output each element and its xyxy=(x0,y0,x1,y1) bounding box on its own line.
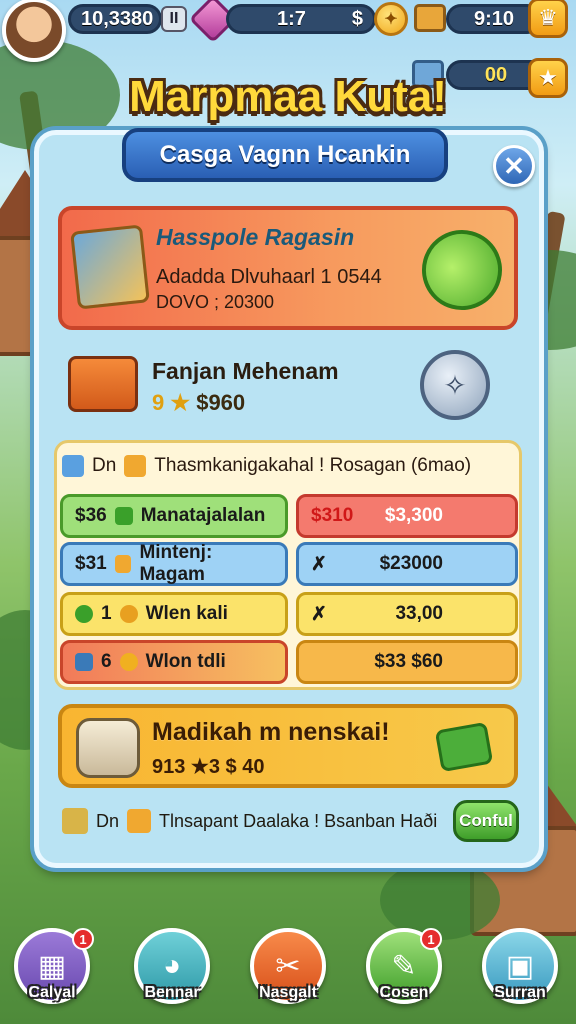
footer-prefix: Dn xyxy=(96,810,120,831)
page-title: Marpmaa Kuta! xyxy=(129,72,447,121)
gold-coin-icon: ✦ xyxy=(374,2,408,36)
footer-text: Tlnsapant Daalaka ! Bsanban Haði xyxy=(159,810,438,831)
reward-table-header-prefix: Dn xyxy=(92,455,117,476)
table-cell-tag: ✗ xyxy=(311,553,327,575)
nav-label: Calyal xyxy=(28,984,76,1001)
nav-label: Surran xyxy=(494,984,546,1001)
table-cell-label: Wlon tdli xyxy=(145,651,226,672)
magnifier-icon xyxy=(119,605,138,623)
chest-icon xyxy=(414,4,446,32)
table-cell-amount: $31 xyxy=(75,553,107,574)
table-cell-label: Mintenj: Magam xyxy=(139,542,213,585)
item-row-name: Fanjan Mehenam xyxy=(152,358,339,384)
ticket-icon xyxy=(434,721,494,773)
table-cell-tag: $310 xyxy=(311,505,354,526)
crate-icon: ▣ xyxy=(505,949,535,983)
cards-bundle-icon xyxy=(70,224,150,310)
calendar-icon: ▦ xyxy=(37,949,67,983)
pen-icon: ✎ xyxy=(391,949,417,983)
reward-table-header: Dn Thasmkanigakahal ! Rosagan (6mao) xyxy=(62,448,514,484)
player-avatar[interactable] xyxy=(2,0,66,62)
item-row-value: 9 ★ $960 xyxy=(152,390,245,416)
crate-icon xyxy=(68,356,138,412)
cement-sack-icon xyxy=(76,718,140,778)
close-button[interactable]: ✕ xyxy=(493,145,535,187)
level-pill: 1:7 $ xyxy=(226,4,376,34)
item-row-value-prefix: 9 ★ xyxy=(152,390,191,415)
table-cell[interactable]: 1 Wlen kali xyxy=(60,592,288,636)
promo-title: Madikah m nenskai! xyxy=(152,718,390,746)
box-icon xyxy=(124,455,147,477)
top-status-bar: 10,3380 II 1:7 $ ✦ 9:10 ♛ 00 ★ xyxy=(0,0,576,98)
shield-icon xyxy=(114,507,133,525)
table-cell[interactable]: $36 Manatajalalan xyxy=(60,494,288,538)
box-icon xyxy=(127,809,152,833)
table-cell[interactable]: $310 $3,300 xyxy=(296,494,518,538)
table-cell[interactable]: 6 Wlon tdli xyxy=(60,640,288,684)
coin-icon xyxy=(119,653,138,671)
currency-symbol: $ xyxy=(351,7,363,30)
nav-label: Cosen xyxy=(379,984,429,1001)
time-value: 9:10 xyxy=(473,7,515,30)
nav-badge: 1 xyxy=(72,928,94,950)
confirm-button[interactable]: Conful xyxy=(453,800,519,842)
promo-banner[interactable]: Madikah m nenskai! 913 ★3 $ 40 xyxy=(58,704,518,788)
coin-counter: 10,3380 xyxy=(68,4,162,34)
subtitle-text: Casga Vagnn Hcankin xyxy=(159,141,411,168)
table-cell-amount: 33,00 xyxy=(395,603,443,624)
featured-item-detail-2: DOVO ; 20300 xyxy=(156,292,275,312)
tag-icon xyxy=(75,653,93,671)
pet-icon: ◕ xyxy=(162,949,182,982)
scroll-icon xyxy=(62,808,88,834)
featured-item-name: Hasspole Ragasin xyxy=(156,224,355,250)
item-row-price: $960 xyxy=(196,390,246,415)
silver-coin-icon: ✧ xyxy=(420,350,490,420)
nav-badge: 1 xyxy=(420,928,442,950)
table-cell-amount: $36 xyxy=(75,505,107,526)
box-icon xyxy=(114,555,132,573)
table-cell[interactable]: ✗ $23000 xyxy=(296,542,518,586)
reward-table-header-text: Thasmkanigakahal ! Rosagan (6mao) xyxy=(154,455,472,476)
level-value: 1:7 xyxy=(277,7,306,30)
featured-item-card[interactable]: Hasspole Ragasin Adadda Dlvuhaarl 1 0544… xyxy=(58,206,518,330)
tools-icon: ✂ xyxy=(275,949,301,983)
table-cell-amount: $23000 xyxy=(379,553,443,574)
heart-icon xyxy=(75,605,93,623)
table-cell[interactable]: $31 Mintenj: Magam xyxy=(60,542,288,586)
plane-icon xyxy=(62,455,84,477)
table-cell[interactable]: ✗ 33,00 xyxy=(296,592,518,636)
crown-icon[interactable]: ♛ xyxy=(528,0,568,38)
table-cell-amount: $3,300 xyxy=(384,505,443,526)
table-cell-label: Manatajalalan xyxy=(140,505,266,526)
pause-button[interactable]: II xyxy=(161,6,187,32)
coin-counter-value: 10,3380 xyxy=(81,7,154,30)
table-cell-amount: 1 xyxy=(101,603,112,624)
table-cell-amount: 6 xyxy=(101,651,112,672)
table-cell-amount: $33 $60 xyxy=(374,651,443,672)
panel-footer: Dn Tlnsapant Daalaka ! Bsanban Haði xyxy=(62,800,514,842)
nav-label: Nasgalt xyxy=(259,984,317,1001)
featured-item-detail-1: Adadda Dlvuhaarl 1 0544 xyxy=(156,266,382,288)
table-cell-tag: ✗ xyxy=(311,603,327,625)
subtitle-banner: Casga Vagnn Hcankin xyxy=(122,128,448,182)
nav-label: Bennar xyxy=(144,984,200,1001)
promo-value: 913 ★3 $ 40 xyxy=(152,756,265,778)
green-gem-icon xyxy=(407,215,517,325)
table-cell[interactable]: $33 $60 xyxy=(296,640,518,684)
table-cell-label: Wlen kali xyxy=(145,603,228,624)
